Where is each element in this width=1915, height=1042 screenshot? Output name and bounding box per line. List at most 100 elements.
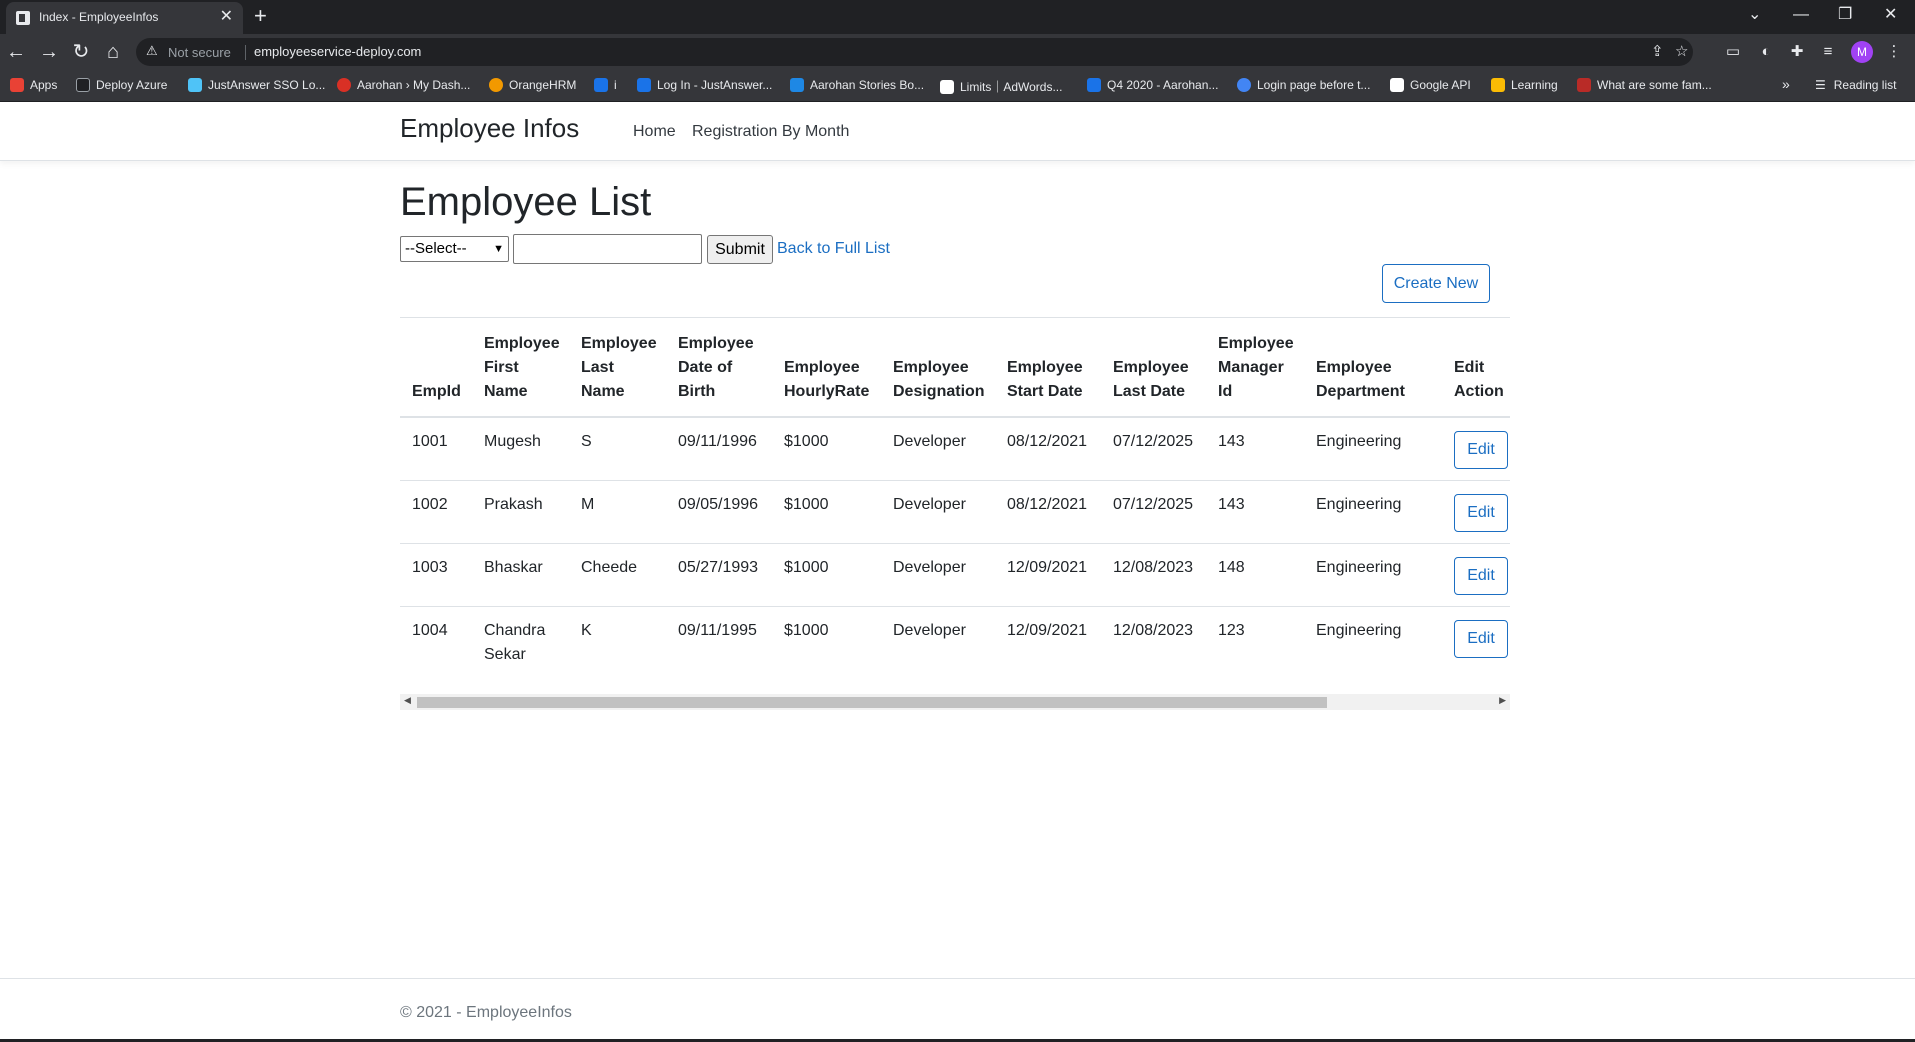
cell-department: Engineering [1316, 496, 1402, 513]
bookmark-apps[interactable]: Apps [10, 78, 57, 92]
bookmark-orangehrm[interactable]: OrangeHRM [489, 78, 576, 92]
new-tab-icon[interactable]: + [254, 4, 267, 28]
cell-designation: Developer [893, 622, 966, 639]
bookmark-learning[interactable]: Learning [1491, 78, 1558, 92]
close-window-icon[interactable]: ✕ [1884, 4, 1897, 26]
cell-first-name: Chandra Sekar [484, 622, 546, 663]
site-favicon-icon [790, 78, 804, 92]
header-empid: EmpId [412, 383, 461, 400]
bookmark-justanswer-sso[interactable]: JustAnswer SSO Lo... [188, 78, 325, 92]
cell-date-of-birth: 09/11/1996 [678, 433, 757, 450]
row-divider [400, 543, 1510, 544]
minimize-icon[interactable]: — [1793, 4, 1809, 26]
forward-icon[interactable]: → [37, 40, 61, 64]
restore-icon[interactable]: ❐ [1838, 4, 1852, 26]
bookmark-justanswer-login[interactable]: Log In - JustAnswer... [637, 78, 772, 92]
extensions-puzzle-icon[interactable]: ✚ [1787, 42, 1807, 62]
site-favicon-icon [337, 78, 351, 92]
cell-last-name: K [581, 622, 592, 639]
close-tab-icon[interactable]: ✕ [220, 7, 233, 27]
footer-copyright: © 2021 - EmployeeInfos [400, 1004, 572, 1021]
header-first-name: Employee First Name [484, 335, 560, 400]
address-bar[interactable]: ⚠ Not secure employeeservice-deploy.com … [136, 38, 1693, 66]
tab-title: Index - EmployeeInfos [39, 10, 159, 24]
header-date-of-birth: Employee Date of Birth [678, 335, 754, 400]
apps-grid-icon [10, 78, 24, 92]
cast-icon[interactable]: ▭ [1723, 42, 1743, 62]
horizontal-scrollbar[interactable]: ◀ ▶ [400, 694, 1510, 710]
bookmark-aarohan-stories[interactable]: Aarohan Stories Bo... [790, 78, 924, 92]
bookmark-star-icon[interactable]: ☆ [1675, 42, 1688, 60]
url-text[interactable]: employeeservice-deploy.com [254, 44, 421, 59]
cell-manager-id: 123 [1218, 622, 1245, 639]
media-queue-icon[interactable]: ≡ [1818, 42, 1838, 62]
page-favicon-icon [16, 11, 30, 25]
home-icon[interactable]: ⌂ [101, 40, 125, 64]
cell-department: Engineering [1316, 622, 1402, 639]
cell-department: Engineering [1316, 559, 1402, 576]
back-icon[interactable]: ← [4, 40, 28, 64]
scrollbar-thumb[interactable] [417, 697, 1327, 708]
cell-manager-id: 148 [1218, 559, 1245, 576]
edit-button[interactable]: Edit [1454, 494, 1508, 532]
cell-last-name: M [581, 496, 595, 513]
cell-date-of-birth: 09/11/1995 [678, 622, 757, 639]
bookmark-aarohan-dashboard[interactable]: Aarohan › My Dash... [337, 78, 470, 92]
chevron-down-icon: ▼ [493, 243, 504, 255]
more-menu-icon[interactable]: ⋮ [1884, 42, 1904, 62]
header-last-date: Employee Last Date [1113, 359, 1189, 400]
cell-start-date: 08/12/2021 [1007, 496, 1088, 513]
cell-hourly-rate: $1000 [784, 559, 829, 576]
more-bookmarks-icon[interactable]: » [1782, 76, 1790, 92]
edit-button[interactable]: Edit [1454, 557, 1508, 595]
browser-tab[interactable]: Index - EmployeeInfos ✕ [6, 2, 243, 34]
back-to-full-list-link[interactable]: Back to Full List [777, 240, 890, 258]
site-favicon-icon [940, 79, 954, 94]
cell-empid: 1002 [412, 496, 448, 513]
create-new-button[interactable]: Create New [1382, 264, 1490, 303]
cell-manager-id: 143 [1218, 496, 1245, 513]
header-start-date: Employee Start Date [1007, 359, 1083, 400]
scroll-left-icon[interactable]: ◀ [404, 695, 411, 706]
warning-icon[interactable]: ⚠ [146, 43, 158, 59]
browser-toolbar: ← → ↻ ⌂ ⚠ Not secure employeeservice-dep… [0, 34, 1915, 70]
bookmark-q4-aarohan[interactable]: Q4 2020 - Aarohan... [1087, 78, 1218, 92]
omnibox-divider [245, 45, 246, 60]
nav-home[interactable]: Home [633, 123, 676, 141]
header-hourly-rate: Employee HourlyRate [784, 359, 870, 400]
reading-list[interactable]: ☰ Reading list [1815, 78, 1896, 92]
bookmark-google-api[interactable]: Google API [1390, 78, 1471, 92]
profile-avatar[interactable]: M [1851, 41, 1873, 63]
table-top-border [400, 317, 1510, 318]
submit-button[interactable]: Submit [707, 235, 773, 264]
nav-registration-by-month[interactable]: Registration By Month [692, 123, 849, 141]
bookmark-login-page[interactable]: Login page before t... [1237, 78, 1370, 92]
tab-search-icon[interactable]: ⌄ [1748, 4, 1761, 26]
bookmark-limits-adwords[interactable]: Limits｜AdWords... [940, 78, 1062, 95]
cell-last-name: S [581, 433, 592, 450]
edit-button[interactable]: Edit [1454, 431, 1508, 469]
search-input[interactable] [513, 234, 702, 264]
scroll-right-icon[interactable]: ▶ [1499, 695, 1506, 706]
header-last-name: Employee Last Name [581, 335, 657, 400]
header-department: Employee Department [1316, 359, 1405, 400]
filter-select[interactable]: --Select-- ▼ [400, 236, 509, 262]
reading-list-icon: ☰ [1815, 78, 1826, 92]
bookmark-deploy-azure[interactable]: Deploy Azure [76, 78, 167, 92]
reload-icon[interactable]: ↻ [69, 40, 93, 64]
cell-last-name: Cheede [581, 559, 638, 576]
edit-button[interactable]: Edit [1454, 620, 1508, 658]
cell-last-date: 12/08/2023 [1113, 622, 1194, 639]
cell-first-name: Prakash [484, 496, 543, 513]
site-brand[interactable]: Employee Infos [400, 113, 579, 144]
cell-manager-id: 143 [1218, 433, 1245, 450]
share-icon[interactable]: ⇪ [1651, 42, 1664, 60]
extension-icon[interactable]: ◐ [1756, 42, 1776, 62]
not-secure-label[interactable]: Not secure [168, 45, 231, 60]
cell-start-date: 12/09/2021 [1007, 622, 1088, 639]
bookmark-i[interactable]: i [594, 78, 617, 92]
site-favicon-icon [637, 78, 651, 92]
cell-date-of-birth: 09/05/1996 [678, 496, 759, 513]
bookmark-what-are-some[interactable]: What are some fam... [1577, 78, 1712, 92]
cell-start-date: 12/09/2021 [1007, 559, 1088, 576]
